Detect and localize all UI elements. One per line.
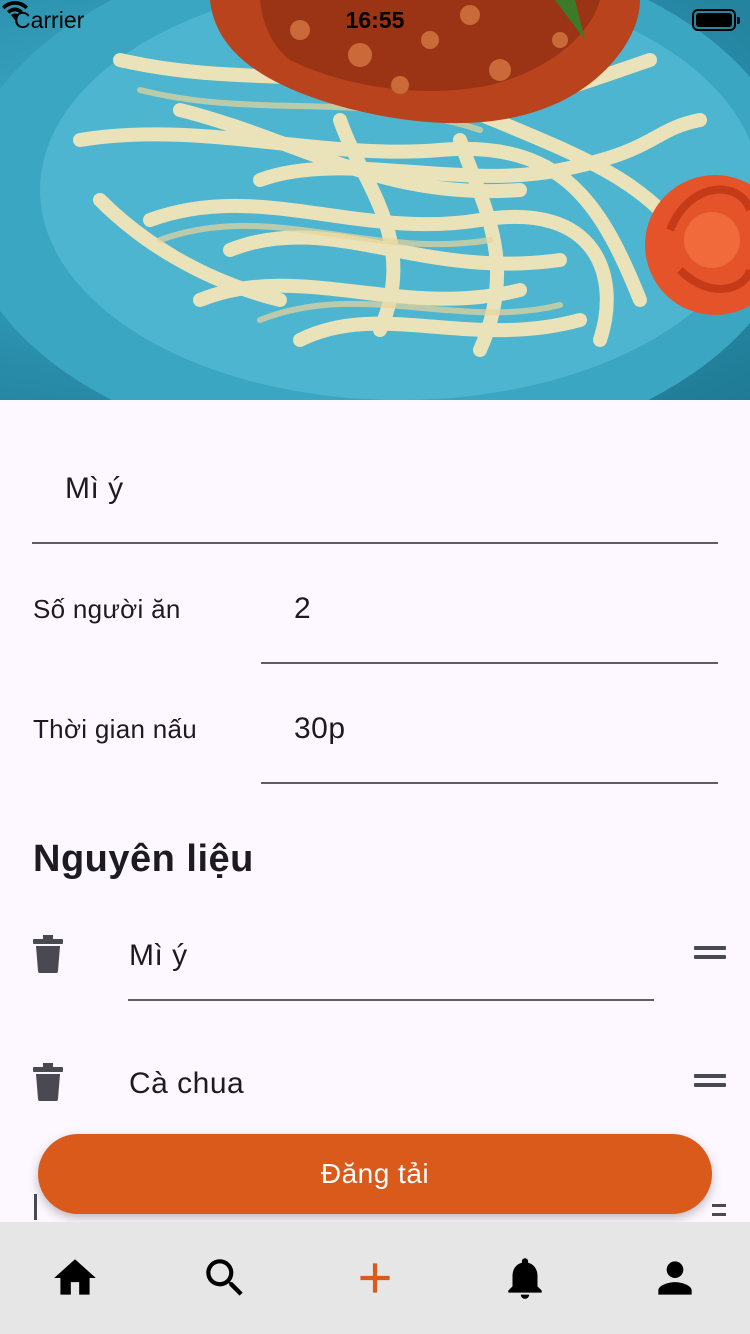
- delete-ingredient-icon[interactable]: [33, 935, 63, 973]
- recipe-name-underline: [32, 542, 718, 544]
- recipe-name-input[interactable]: Mì ý: [65, 472, 124, 506]
- nav-profile[interactable]: [625, 1233, 725, 1323]
- person-icon: [658, 1261, 692, 1295]
- add-icon: [360, 1263, 390, 1293]
- drag-handle-icon[interactable]: [694, 946, 726, 962]
- search-icon: [206, 1259, 243, 1296]
- status-bar: Carrier 16:55: [0, 0, 750, 40]
- cook-time-underline: [261, 782, 718, 784]
- cook-time-input[interactable]: 30p: [294, 712, 346, 746]
- delete-ingredient-icon[interactable]: [33, 1063, 63, 1101]
- bell-icon: [508, 1258, 542, 1299]
- spaghetti-illustration: [0, 0, 750, 400]
- home-icon: [54, 1259, 96, 1295]
- upload-button[interactable]: Đăng tải: [38, 1134, 712, 1214]
- text-cursor: [34, 1194, 37, 1220]
- ingredients-title: Nguyên liệu: [33, 838, 254, 880]
- servings-input[interactable]: 2: [294, 592, 311, 626]
- nav-notifications[interactable]: [475, 1233, 575, 1323]
- cook-time-label: Thời gian nấu: [33, 714, 198, 744]
- ingredient-input[interactable]: Mì ý: [129, 939, 188, 973]
- carrier-info: Carrier: [2, 0, 84, 34]
- drag-handle-icon: [712, 1213, 726, 1216]
- clock: 16:55: [345, 6, 405, 33]
- nav-home[interactable]: [25, 1233, 125, 1323]
- servings-label: Số người ăn: [33, 594, 181, 624]
- ingredient-input[interactable]: Cà chua: [129, 1067, 244, 1101]
- drag-handle-icon[interactable]: [694, 1074, 726, 1090]
- recipe-photo[interactable]: Carrier 16:55: [0, 0, 750, 400]
- bottom-navigation: [0, 1222, 750, 1334]
- servings-underline: [261, 662, 718, 664]
- drag-handle-icon[interactable]: [712, 1204, 726, 1207]
- ingredient-underline: [128, 999, 654, 1001]
- wifi-icon: [2, 0, 28, 20]
- nav-add[interactable]: [325, 1233, 425, 1323]
- battery-icon: [692, 9, 740, 31]
- nav-search[interactable]: [175, 1233, 275, 1323]
